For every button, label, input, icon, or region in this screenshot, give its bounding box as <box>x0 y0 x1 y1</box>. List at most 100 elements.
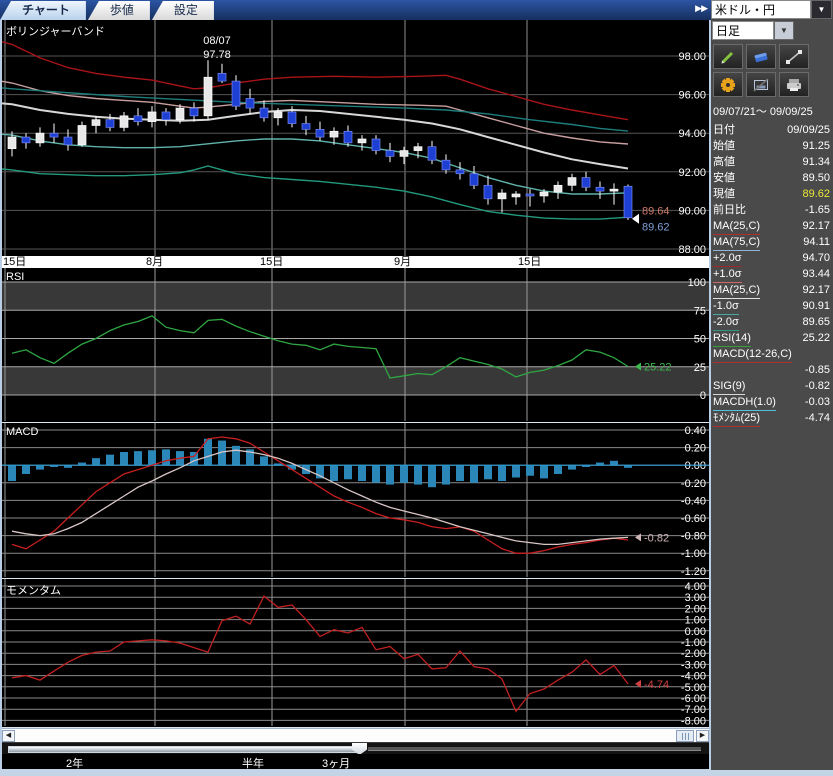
indicator-row: 始値91.25 <box>713 139 830 155</box>
currency-pair-select[interactable]: 米ドル・円 <box>711 0 811 19</box>
tab-overflow-icon[interactable]: ▶▶ <box>695 3 707 14</box>
trendline-icon <box>785 49 803 65</box>
tab-settings[interactable]: 設定 <box>152 1 214 20</box>
svg-text:4.00: 4.00 <box>685 581 706 593</box>
period-slider[interactable] <box>2 742 709 754</box>
range-label-strip: 2年 半年 3ヶ月 <box>2 754 709 769</box>
svg-text:75: 75 <box>694 305 706 317</box>
date-axis: 15日8月15日9月15日 <box>2 256 709 268</box>
tab-chart[interactable]: チャート <box>0 1 86 20</box>
indicator-value: 89.62 <box>802 187 830 203</box>
date-axis-label: 15日 <box>260 256 283 268</box>
indicator-value: -0.82 <box>805 379 830 395</box>
indicator-value: 94.70 <box>802 251 830 267</box>
momentum-title: モメンタム <box>6 582 61 598</box>
draw-pencil-button[interactable] <box>713 44 743 69</box>
indicator-label: MACD(12-26,C) <box>713 347 792 363</box>
svg-text:3.00: 3.00 <box>685 592 706 604</box>
svg-text:-6.00: -6.00 <box>681 693 706 705</box>
indicator-label: 始値 <box>713 139 735 155</box>
indicator-label: 日付 <box>713 123 735 139</box>
candlestick-chart: 98.0096.0094.0092.0090.0088.0008/0797.78… <box>2 20 709 256</box>
currency-dropdown-arrow-icon[interactable]: ▼ <box>811 0 832 19</box>
indicator-value: -0.85 <box>805 363 830 379</box>
indicator-row: 日付 09/09/25 <box>713 123 830 139</box>
indicator-row: SIG(9)-0.82 <box>713 379 830 395</box>
indicator-value: 94.11 <box>803 235 830 251</box>
svg-text:-0.80: -0.80 <box>681 531 706 543</box>
indicator-label: +2.0σ <box>713 251 742 267</box>
svg-text:-1.00: -1.00 <box>681 637 706 649</box>
timeframe-dropdown-arrow-icon[interactable]: ▼ <box>774 21 794 40</box>
indicator-row: -1.0σ90.91 <box>713 299 830 315</box>
svg-text:-7.00: -7.00 <box>681 704 706 716</box>
indicator-row: +1.0σ93.44 <box>713 267 830 283</box>
eraser-button[interactable] <box>746 44 776 69</box>
svg-text:-4.74: -4.74 <box>644 679 669 691</box>
scrollbar-right-arrow-icon[interactable]: ▶ <box>696 730 709 742</box>
indicator-value: 90.91 <box>802 299 830 315</box>
indicator-value: -1.65 <box>805 203 830 219</box>
rsi-title: RSI <box>6 271 24 283</box>
pencil-icon <box>719 49 737 65</box>
tab-bar: チャート 歩値 設定 ▶▶ <box>0 0 711 20</box>
svg-text:-4.00: -4.00 <box>681 671 706 683</box>
drawing-toolbar <box>713 44 813 97</box>
date-axis-label: 9月 <box>394 256 411 268</box>
indicator-label: MACDH(1.0) <box>713 395 776 411</box>
svg-text:-2.00: -2.00 <box>681 648 706 660</box>
indicator-label: 安値 <box>713 171 735 187</box>
indicator-label: 高値 <box>713 155 735 171</box>
quote-data-rows: 日付09/09/25始値91.25高値91.34安値89.50現値89.62前日… <box>713 123 830 427</box>
svg-text:89.62: 89.62 <box>642 222 670 234</box>
print-button[interactable] <box>779 72 809 97</box>
indicator-row: 前日比 -1.65 <box>713 203 830 219</box>
indicator-row: 現値 89.62 <box>713 187 830 203</box>
horizontal-scrollbar[interactable]: ◀ ▶ <box>2 728 709 742</box>
svg-text:-0.20: -0.20 <box>681 478 706 490</box>
indicator-row: MACD(12-26,C) <box>713 347 830 363</box>
svg-text:0.00: 0.00 <box>685 626 706 638</box>
svg-text:-3.00: -3.00 <box>681 659 706 671</box>
indicator-row: ﾓﾒﾝﾀﾑ(25)-4.74 <box>713 411 830 427</box>
bollinger-band-title: ボリンジャーバンド <box>6 23 105 39</box>
indicator-value: -0.03 <box>805 395 830 411</box>
range-2year[interactable]: 2年 <box>66 755 83 771</box>
scrollbar-thumb-grip[interactable] <box>676 730 694 742</box>
chart-window-button[interactable] <box>746 72 776 97</box>
svg-text:0.00: 0.00 <box>685 460 706 472</box>
indicator-label: MA(25,C) <box>713 219 760 235</box>
period-slider-track[interactable] <box>368 747 701 751</box>
indicator-label: ﾓﾒﾝﾀﾑ(25) <box>713 411 760 427</box>
indicator-value: 92.17 <box>802 283 830 299</box>
eraser-icon <box>752 49 770 65</box>
svg-text:88.00: 88.00 <box>678 244 706 256</box>
svg-text:-1.00: -1.00 <box>681 548 706 560</box>
scrollbar-left-arrow-icon[interactable]: ◀ <box>2 730 15 742</box>
svg-text:97.78: 97.78 <box>203 49 231 61</box>
rsi-chart: 100755025025.22 <box>2 268 709 421</box>
range-halfyear[interactable]: 半年 <box>242 755 264 771</box>
indicator-row: +2.0σ 94.70 <box>713 251 830 267</box>
indicator-label: -2.0σ <box>713 315 739 331</box>
indicator-label: 前日比 <box>713 203 746 219</box>
tab-quotes[interactable]: 歩値 <box>88 1 150 20</box>
visible-date-range: 09/07/21～ 09/09/25 <box>713 103 832 119</box>
momentum-panel: 4.003.002.001.000.00-1.00-2.00-3.00-4.00… <box>2 579 709 728</box>
indicator-value: 91.34 <box>802 155 830 171</box>
timeframe-select[interactable]: 日足 <box>712 21 774 40</box>
svg-text:0.40: 0.40 <box>685 425 706 437</box>
indicator-label: 現値 <box>713 187 735 203</box>
range-3month[interactable]: 3ヶ月 <box>322 755 350 771</box>
svg-text:08/07: 08/07 <box>203 35 231 47</box>
indicator-row: 安値 89.50 <box>713 171 830 187</box>
settings-gear-button[interactable] <box>713 72 743 97</box>
indicator-value: 89.50 <box>802 171 830 187</box>
trendline-button[interactable] <box>779 44 809 69</box>
indicator-value: 93.44 <box>802 267 830 283</box>
macd-title: MACD <box>6 426 38 438</box>
indicator-value: 09/09/25 <box>787 123 830 139</box>
svg-text:92.00: 92.00 <box>678 167 706 179</box>
svg-text:94.00: 94.00 <box>678 128 706 140</box>
indicator-label: MA(25,C) <box>713 283 760 299</box>
